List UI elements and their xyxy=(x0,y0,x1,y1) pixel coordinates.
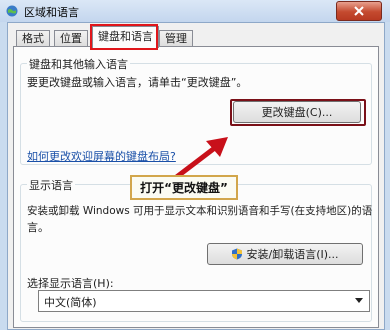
display-language-description: 安装或卸载 Windows 可用于显示文本和识别语音和手写(在支持地区)的语 xyxy=(27,205,373,217)
close-icon xyxy=(354,6,364,16)
tab-keyboards-languages[interactable]: 键盘和语言 xyxy=(92,26,159,48)
window-title: 区域和语言 xyxy=(24,6,79,19)
display-language-legend: 显示语言 xyxy=(27,177,75,193)
keyboard-description: 要更改键盘或输入语言，请单击“更改键盘”。 xyxy=(27,76,248,89)
shield-icon xyxy=(232,248,243,260)
display-language-select[interactable]: 中文(简体) xyxy=(38,290,370,312)
display-language-select-label: 选择显示语言(H): xyxy=(27,277,114,290)
install-button-label: 安装/卸载语言(I)... xyxy=(246,248,339,261)
keyboard-layout-help-link[interactable]: 如何更改欢迎屏幕的键盘布局? xyxy=(27,148,176,164)
dialog-client-area: 格式 位置 键盘和语言 管理 键盘和其他输入语言 要更改键盘或输入语言，请单击“… xyxy=(7,22,385,330)
annotation-callout: 打开“更改键盘” xyxy=(130,175,238,200)
region-language-icon xyxy=(6,5,18,17)
keyboard-group-legend: 键盘和其他输入语言 xyxy=(27,56,130,72)
change-keyboards-button[interactable]: 更改键盘(C)... xyxy=(233,101,361,123)
close-button[interactable] xyxy=(336,1,382,21)
tab-location[interactable]: 位置 xyxy=(54,30,88,47)
annotation-callout-text: 打开“更改键盘” xyxy=(140,181,228,195)
tab-administrative[interactable]: 管理 xyxy=(159,30,193,47)
display-language-description-cont: 言。 xyxy=(27,221,49,234)
tab-formats[interactable]: 格式 xyxy=(16,30,50,47)
title-bar: 区域和语言 xyxy=(0,0,390,22)
chevron-down-icon xyxy=(355,298,363,303)
display-language-select-value: 中文(简体) xyxy=(44,296,97,309)
install-uninstall-languages-button[interactable]: 安装/卸载语言(I)... xyxy=(207,243,363,265)
